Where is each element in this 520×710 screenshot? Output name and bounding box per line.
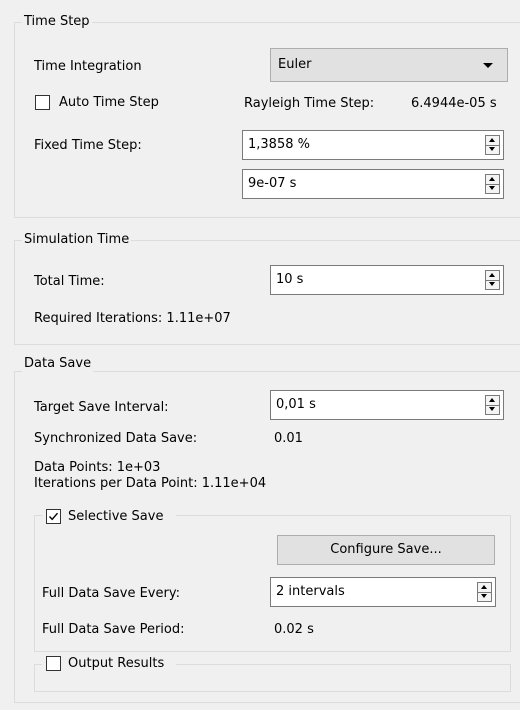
auto-time-step-label[interactable]: Auto Time Step [59, 95, 159, 111]
full-data-save-every-input[interactable]: 2 intervals [270, 577, 496, 607]
spin-buttons [485, 135, 500, 155]
full-data-save-period-value: 0.02 s [274, 622, 314, 637]
spin-down-icon[interactable] [486, 145, 499, 154]
total-time-label: Total Time: [34, 274, 105, 289]
output-results-checkbox[interactable] [46, 656, 61, 671]
auto-time-step-checkbox[interactable] [35, 95, 50, 110]
data-save-group-title: Data Save [22, 356, 94, 372]
target-save-interval-value: 0,01 s [276, 397, 316, 412]
spin-buttons [485, 270, 500, 290]
fixed-time-step-seconds-input[interactable]: 9e-07 s [242, 169, 504, 199]
synchronized-data-save-label: Synchronized Data Save: [34, 431, 198, 446]
fixed-time-step-label: Fixed Time Step: [34, 138, 142, 153]
spin-down-icon[interactable] [486, 184, 499, 193]
synchronized-data-save-value: 0.01 [274, 431, 303, 446]
full-data-save-period-label: Full Data Save Period: [42, 622, 185, 637]
fixed-time-step-percent-input[interactable]: 1,3858 % [242, 130, 504, 160]
target-save-interval-label: Target Save Interval: [34, 400, 169, 415]
rayleigh-time-step-value: 6.4944e-05 s [411, 96, 497, 111]
time-step-group-title: Time Step [22, 14, 92, 30]
simulation-time-group-title: Simulation Time [22, 232, 132, 248]
rayleigh-time-step-label: Rayleigh Time Step: [244, 96, 375, 111]
data-points-text: Data Points: 1e+03 [34, 460, 161, 475]
time-integration-dropdown[interactable]: Euler [270, 48, 508, 82]
time-integration-value: Euler [278, 57, 312, 72]
fixed-time-step-percent-value: 1,3858 % [248, 137, 310, 152]
time-integration-label: Time Integration [34, 59, 142, 74]
output-results-label[interactable]: Output Results [68, 656, 164, 672]
chevron-down-icon [483, 63, 493, 68]
iterations-per-data-point-text: Iterations per Data Point: 1.11e+04 [34, 476, 267, 491]
full-data-save-every-label: Full Data Save Every: [42, 586, 180, 601]
total-time-input[interactable]: 10 s [270, 265, 504, 295]
selective-save-label[interactable]: Selective Save [68, 509, 163, 525]
spin-buttons [485, 395, 500, 415]
configure-save-button[interactable]: Configure Save... [277, 535, 495, 565]
required-iterations-text: Required Iterations: 1.11e+07 [34, 311, 231, 326]
selective-save-checkbox[interactable] [46, 509, 61, 524]
spin-down-icon[interactable] [486, 405, 499, 414]
spin-down-icon[interactable] [478, 592, 491, 601]
total-time-value: 10 s [276, 272, 304, 287]
fixed-time-step-seconds-value: 9e-07 s [248, 176, 297, 191]
checkmark-icon [48, 512, 59, 521]
target-save-interval-input[interactable]: 0,01 s [270, 390, 504, 420]
spin-down-icon[interactable] [486, 280, 499, 289]
spin-buttons [485, 174, 500, 194]
spin-buttons [477, 582, 492, 602]
full-data-save-every-value: 2 intervals [276, 584, 345, 599]
